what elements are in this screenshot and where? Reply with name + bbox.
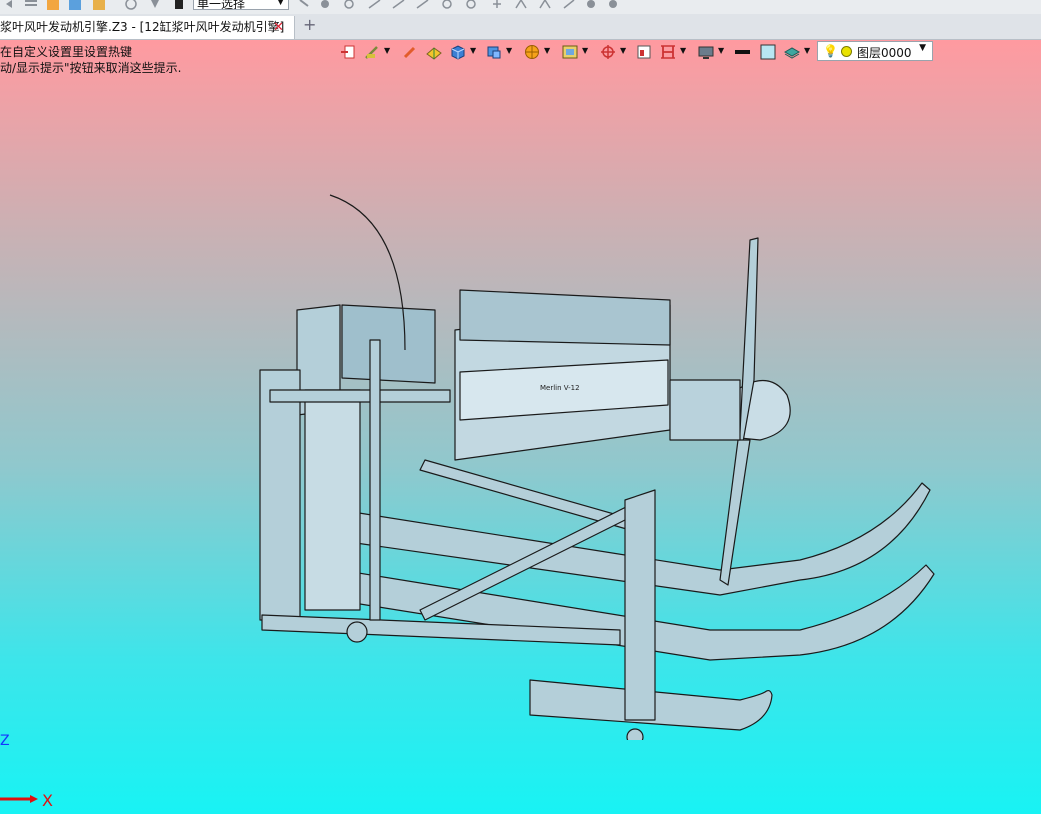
color-swatch-icon[interactable] <box>760 44 776 60</box>
render-sphere-icon[interactable] <box>524 44 540 60</box>
tool2-icon[interactable] <box>606 0 620 10</box>
chevron-down-icon[interactable]: ▼ <box>470 46 476 55</box>
undo-icon[interactable] <box>4 0 18 10</box>
monitor-icon[interactable] <box>698 44 714 60</box>
chevron-down-icon[interactable]: ▼ <box>582 46 588 55</box>
filter-select-icon[interactable] <box>172 0 186 10</box>
paint-icon[interactable] <box>46 0 60 10</box>
axis-z-label: Z <box>0 733 10 749</box>
lightbulb-icon[interactable]: 💡 <box>823 44 838 58</box>
tab-title: 浆叶风叶发动机引擎.Z3 - [12缸浆叶风叶发动机引擎] <box>0 20 285 34</box>
chevron-down-icon: ▼ <box>919 43 926 53</box>
document-tab-bar: 浆叶风叶发动机引擎.Z3 - [12缸浆叶风叶发动机引擎] ✕ <box>0 14 1041 40</box>
pick-filter-icon[interactable] <box>318 0 332 10</box>
point-icon[interactable] <box>490 0 504 10</box>
chevron-down-icon[interactable]: ▼ <box>804 46 810 55</box>
orient-icon[interactable] <box>600 44 616 60</box>
clipboard-icon[interactable] <box>68 0 82 10</box>
refresh-icon[interactable] <box>464 0 478 10</box>
new-tab-button[interactable]: + <box>303 15 316 35</box>
window-icon[interactable] <box>636 44 652 60</box>
propeller-blade-lower[interactable] <box>719 439 751 586</box>
pivot-joint[interactable] <box>626 728 644 740</box>
lasso-icon[interactable] <box>368 0 382 10</box>
filter-icon[interactable] <box>148 0 162 10</box>
shaded-cube-icon[interactable] <box>450 44 466 60</box>
select-mode-value: 单一选择 <box>197 0 246 10</box>
rotate-icon[interactable] <box>342 0 356 10</box>
front-strut[interactable] <box>624 489 656 721</box>
vertex-icon[interactable] <box>514 0 528 10</box>
chevron-down-icon[interactable]: ▼ <box>680 46 686 55</box>
line-style-icon[interactable] <box>734 44 750 60</box>
chevron-down-icon[interactable]: ▼ <box>718 46 724 55</box>
section-icon[interactable] <box>660 44 676 60</box>
axis-x-label: X <box>42 791 53 810</box>
pivot-joint[interactable] <box>346 621 368 643</box>
fork-icon[interactable] <box>538 0 552 10</box>
arrow-icon[interactable] <box>416 0 430 10</box>
sketch-icon[interactable] <box>426 44 442 60</box>
chevron-down-icon[interactable]: ▼ <box>620 46 626 55</box>
control-box[interactable] <box>341 304 436 384</box>
tool-icon[interactable] <box>584 0 598 10</box>
axis-x-arrow-icon <box>30 795 38 803</box>
chevron-down-icon[interactable]: ▼ <box>506 46 512 55</box>
radiator-core[interactable] <box>304 389 361 611</box>
view-cube-icon[interactable] <box>486 44 502 60</box>
zoom-extents-icon[interactable] <box>562 44 578 60</box>
pencil-icon[interactable] <box>402 44 418 60</box>
radiator[interactable] <box>259 369 301 621</box>
slash-icon[interactable] <box>562 0 576 10</box>
frame-rail-upper[interactable] <box>269 389 451 403</box>
tab-document[interactable]: 浆叶风叶发动机引擎.Z3 - [12缸浆叶风叶发动机引擎] ✕ <box>0 16 295 39</box>
axis-indicator: X <box>0 791 53 810</box>
exit-icon[interactable] <box>340 44 356 60</box>
line-icon[interactable] <box>392 0 406 10</box>
pick-icon[interactable] <box>298 0 312 10</box>
gearbox[interactable] <box>669 379 741 441</box>
select-mode-dropdown[interactable]: 单一选择 ▼ <box>193 0 289 10</box>
layer-name: 图层0000 <box>857 46 912 60</box>
engine-label: Merlin V-12 <box>540 384 580 392</box>
layer-dropdown[interactable]: 💡 图层0000 ▼ <box>817 41 933 61</box>
hint-line: 动/显示提示"按钮来取消这些提示. <box>0 61 182 75</box>
3d-viewport[interactable]: 在自定义设置里设置热键 动/显示提示"按钮来取消这些提示. ▼ ▼ ▼ ▼ ▼ … <box>0 40 1041 814</box>
cylinder-head[interactable] <box>459 289 671 346</box>
target-icon[interactable] <box>440 0 454 10</box>
list-icon[interactable] <box>24 0 38 10</box>
main-toolbar: 单一选择 ▼ <box>0 0 1041 15</box>
chevron-down-icon[interactable]: ▼ <box>544 46 550 55</box>
close-icon[interactable]: ✕ <box>273 16 284 39</box>
chevron-down-icon[interactable]: ▼ <box>384 46 390 55</box>
snap-icon[interactable] <box>124 0 138 10</box>
package-icon[interactable] <box>92 0 106 10</box>
layer-color-icon <box>841 46 852 57</box>
hint-line: 在自定义设置里设置热键 <box>0 45 133 59</box>
frame-post[interactable] <box>369 339 381 621</box>
brush-icon[interactable] <box>364 44 380 60</box>
chevron-down-icon: ▼ <box>277 0 284 7</box>
engine-sled-model[interactable]: Merlin V-12 <box>240 140 940 740</box>
layer-stack-icon[interactable] <box>784 44 800 60</box>
